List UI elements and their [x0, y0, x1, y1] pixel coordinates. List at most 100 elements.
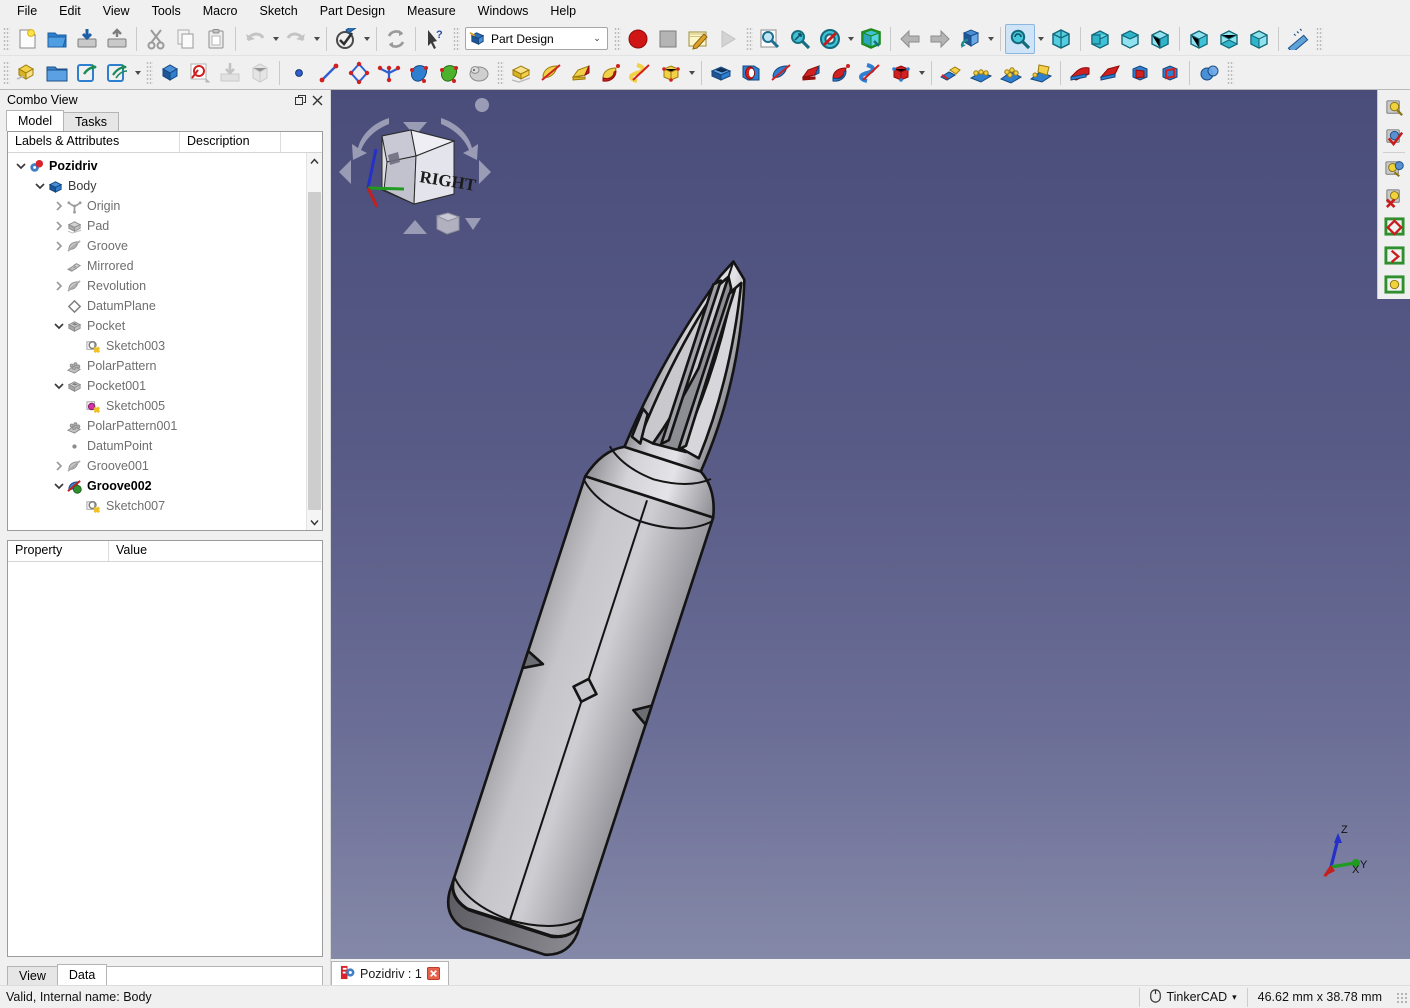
- std-refresh-validate-icon[interactable]: [331, 24, 361, 54]
- toolbar-grip[interactable]: [746, 27, 753, 51]
- menu-tools[interactable]: Tools: [141, 2, 192, 20]
- boolean-operation-icon[interactable]: [1194, 58, 1224, 88]
- menu-sketch[interactable]: Sketch: [249, 2, 309, 20]
- whats-this-icon[interactable]: ?: [420, 24, 450, 54]
- tree-item-polarpattern[interactable]: PolarPattern: [8, 356, 306, 376]
- menu-macro[interactable]: Macro: [192, 2, 249, 20]
- sketcher-validate-icon[interactable]: [1381, 122, 1408, 151]
- chevron-right-icon[interactable]: [52, 236, 65, 256]
- sketcher-hide-constraints-icon[interactable]: [1381, 241, 1408, 270]
- create-part-icon[interactable]: [12, 58, 42, 88]
- menu-help[interactable]: Help: [539, 2, 587, 20]
- tree-item-revolution[interactable]: Revolution: [8, 276, 306, 296]
- tree-item-groove001[interactable]: Groove001: [8, 456, 306, 476]
- navigation-style-selector[interactable]: TinkerCAD ▾: [1139, 988, 1246, 1007]
- axonometric-icon[interactable]: [955, 24, 985, 54]
- tree-item-polarpattern001[interactable]: PolarPattern001: [8, 416, 306, 436]
- chevron-down-icon[interactable]: [33, 176, 46, 196]
- sketcher-view-section-icon[interactable]: [1381, 154, 1408, 183]
- create-group-icon[interactable]: [42, 58, 72, 88]
- close-tab-icon[interactable]: [427, 967, 441, 981]
- pocket-icon[interactable]: [706, 58, 736, 88]
- toolbar-grip[interactable]: [1316, 27, 1323, 51]
- sketcher-internal-alignment-icon[interactable]: [1381, 270, 1408, 299]
- tree-item-mirrored[interactable]: Mirrored: [8, 256, 306, 276]
- tree-item-pad[interactable]: Pad: [8, 216, 306, 236]
- undo-dropdown-caret[interactable]: [270, 24, 281, 54]
- shape-binder-icon[interactable]: [404, 58, 434, 88]
- menu-part-design[interactable]: Part Design: [309, 2, 396, 20]
- axonometric-dropdown-caret[interactable]: [985, 24, 996, 54]
- tree-item-datumpoint[interactable]: DatumPoint: [8, 436, 306, 456]
- subtractive-primitive-dropdown-caret[interactable]: [916, 58, 927, 88]
- pozidriv-bit[interactable]: [331, 90, 1410, 959]
- toolbar-grip[interactable]: [1227, 61, 1234, 85]
- create-body-icon[interactable]: [155, 58, 185, 88]
- forward-arrow-icon[interactable]: [925, 24, 955, 54]
- draw-style-icon[interactable]: [815, 24, 845, 54]
- additive-helix-icon[interactable]: [626, 58, 656, 88]
- sketcher-leave-icon[interactable]: [1381, 183, 1408, 212]
- property-column-name[interactable]: Property: [8, 541, 109, 561]
- paste-icon[interactable]: [201, 24, 231, 54]
- scrollbar-thumb[interactable]: [308, 192, 321, 510]
- bottom-view-icon[interactable]: [1214, 24, 1244, 54]
- front-view-icon[interactable]: [1085, 24, 1115, 54]
- menu-file[interactable]: File: [6, 2, 48, 20]
- tab-data[interactable]: Data: [57, 964, 107, 985]
- document-tab[interactable]: Pozidriv : 1: [331, 961, 449, 985]
- open-document-icon[interactable]: [42, 24, 72, 54]
- macro-record-icon[interactable]: [623, 24, 653, 54]
- tree-item-origin[interactable]: Origin: [8, 196, 306, 216]
- toolbar-grip[interactable]: [3, 27, 10, 51]
- chevron-right-icon[interactable]: [52, 456, 65, 476]
- tab-view[interactable]: View: [7, 966, 58, 985]
- hole-icon[interactable]: [736, 58, 766, 88]
- chevron-down-icon[interactable]: [52, 316, 65, 336]
- link-make-icon[interactable]: [72, 58, 102, 88]
- tree-column-labels[interactable]: Labels & Attributes: [8, 132, 180, 152]
- chevron-right-icon[interactable]: [52, 276, 65, 296]
- tab-model[interactable]: Model: [6, 110, 64, 131]
- additive-primitive-dropdown-caret[interactable]: [686, 58, 697, 88]
- property-list[interactable]: [8, 562, 322, 956]
- tree-column-extra[interactable]: [281, 132, 322, 152]
- menu-windows[interactable]: Windows: [467, 2, 540, 20]
- print-document-icon[interactable]: [102, 24, 132, 54]
- tree-item-groove[interactable]: Groove: [8, 236, 306, 256]
- multi-transform-icon[interactable]: [1026, 58, 1056, 88]
- fit-all-icon[interactable]: [1005, 24, 1035, 54]
- validate-dropdown-caret[interactable]: [361, 24, 372, 54]
- groove-icon[interactable]: [766, 58, 796, 88]
- redo-dropdown-caret[interactable]: [311, 24, 322, 54]
- link-dropdown-caret[interactable]: [132, 58, 143, 88]
- draft-icon[interactable]: [1125, 58, 1155, 88]
- subtractive-helix-icon[interactable]: [856, 58, 886, 88]
- link-make-relative-icon[interactable]: [102, 58, 132, 88]
- macro-edit-icon[interactable]: [683, 24, 713, 54]
- tree-item-pocket001[interactable]: Pocket001: [8, 376, 306, 396]
- resize-grip[interactable]: [1396, 992, 1407, 1003]
- cut-icon[interactable]: [141, 24, 171, 54]
- toolbar-grip[interactable]: [497, 61, 504, 85]
- left-view-icon[interactable]: [1244, 24, 1274, 54]
- right-view-icon[interactable]: [1145, 24, 1175, 54]
- redo-icon[interactable]: [281, 24, 311, 54]
- tree-item-sketch003[interactable]: Sketch003: [8, 336, 306, 356]
- clone-icon[interactable]: [464, 58, 494, 88]
- chamfer-icon[interactable]: [1095, 58, 1125, 88]
- scrollbar-track[interactable]: [307, 169, 322, 514]
- tree-item-pocket[interactable]: Pocket: [8, 316, 306, 336]
- tree-item-datumplane[interactable]: DatumPlane: [8, 296, 306, 316]
- tab-tasks[interactable]: Tasks: [63, 112, 119, 131]
- mirrored-icon[interactable]: [936, 58, 966, 88]
- close-icon[interactable]: [309, 92, 326, 108]
- chevron-down-icon[interactable]: [52, 376, 65, 396]
- scroll-down-icon[interactable]: [307, 514, 322, 530]
- tree-scrollbar[interactable]: [306, 153, 322, 530]
- rear-view-icon[interactable]: [1184, 24, 1214, 54]
- fit-all-dropdown-caret[interactable]: [1035, 24, 1046, 54]
- draw-style-dropdown-caret[interactable]: [845, 24, 856, 54]
- tree-item-sketch007[interactable]: Sketch007: [8, 496, 306, 516]
- chevron-down-icon[interactable]: [52, 476, 65, 496]
